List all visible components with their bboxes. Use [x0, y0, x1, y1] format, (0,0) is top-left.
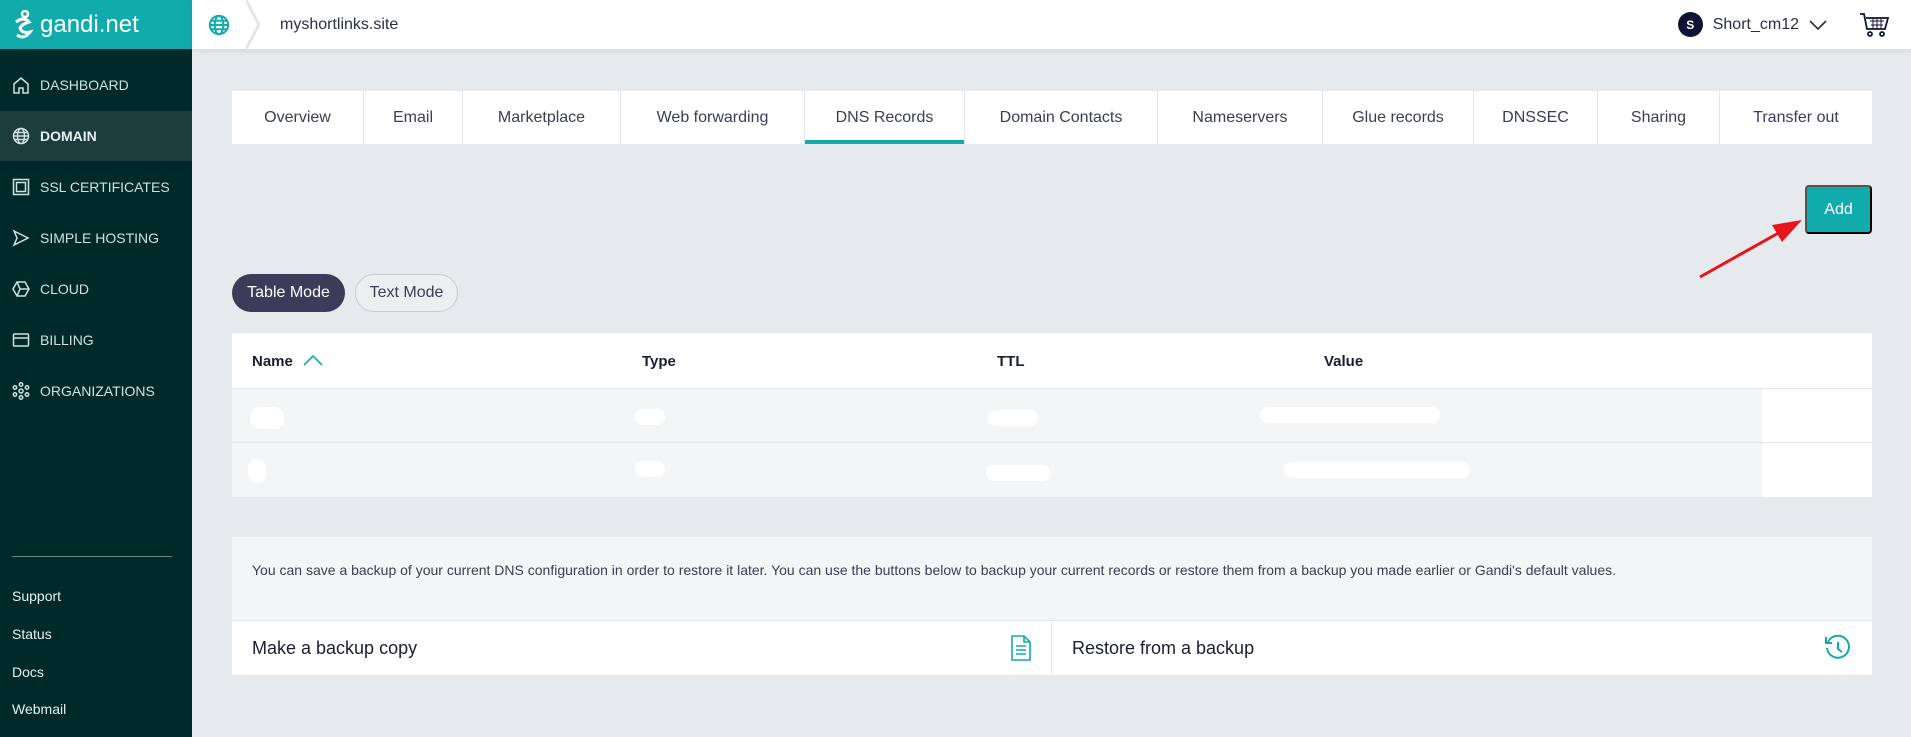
column-type[interactable]: Type [642, 353, 676, 370]
sort-ascending-icon [303, 354, 323, 366]
make-backup-label: Make a backup copy [252, 637, 418, 658]
backup-description: You can save a backup of your current DN… [252, 562, 1617, 578]
table-row[interactable] [232, 388, 1872, 442]
table-mode-button[interactable]: Table Mode [232, 274, 345, 312]
row-actions[interactable] [1762, 443, 1872, 497]
redacted-type [635, 461, 665, 477]
make-backup-button[interactable]: Make a backup copy [232, 620, 1052, 675]
column-ttl[interactable]: TTL [997, 353, 1025, 370]
redacted-type [635, 409, 665, 425]
redacted-ttl [986, 465, 1050, 481]
table-row[interactable] [232, 442, 1872, 497]
redacted-value [1260, 407, 1440, 423]
column-name[interactable]: Name [252, 353, 323, 370]
column-value[interactable]: Value [1324, 353, 1363, 370]
text-mode-button[interactable]: Text Mode [355, 274, 458, 312]
redacted-value [1284, 462, 1470, 478]
redacted-name [248, 459, 266, 483]
row-actions[interactable] [1762, 389, 1872, 442]
history-icon [1825, 634, 1850, 659]
table-header: Name Type TTL Value [232, 333, 1872, 388]
redacted-ttl [988, 410, 1038, 426]
document-icon [1011, 635, 1031, 661]
restore-backup-button[interactable]: Restore from a backup [1052, 620, 1872, 675]
redacted-name [250, 407, 284, 429]
backup-panel: You can save a backup of your current DN… [232, 537, 1872, 675]
restore-backup-label: Restore from a backup [1072, 637, 1255, 658]
